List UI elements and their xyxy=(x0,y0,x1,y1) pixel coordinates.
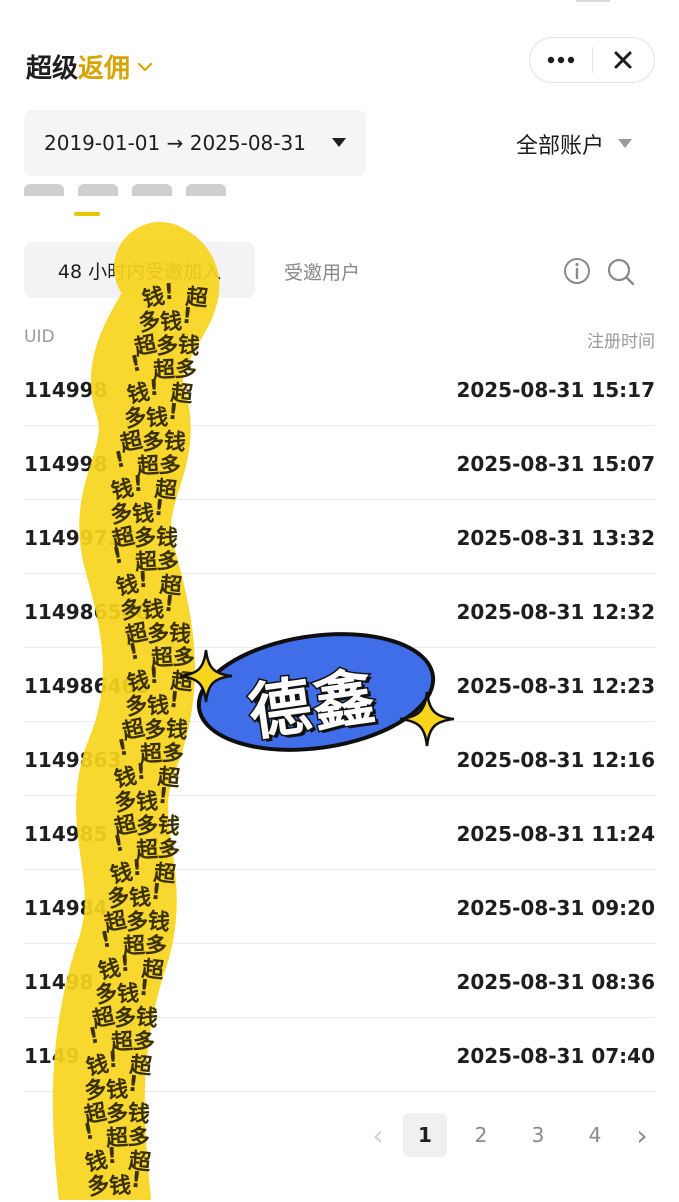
watermark-char: 超 xyxy=(105,1125,129,1152)
register-time-cell: 2025-08-31 15:17 xyxy=(456,378,655,402)
segment-invited-users[interactable]: 受邀用户 xyxy=(284,258,360,285)
table-row: 114998 2025-08-31 15:17 xyxy=(24,352,655,426)
register-time-cell: 2025-08-31 07:40 xyxy=(456,1044,655,1068)
register-time-cell: 2025-08-31 08:36 xyxy=(456,970,655,994)
mini-program-capsule xyxy=(529,37,655,83)
uid-cell: 114998 xyxy=(24,378,108,402)
table-row: 11498 2025-08-31 08:36 xyxy=(24,944,655,1018)
account-selector[interactable]: 全部账户 xyxy=(516,128,633,160)
column-header-register-time: 注册时间 xyxy=(587,332,655,352)
date-range-text: 2019-01-01 → 2025-08-31 xyxy=(44,131,306,155)
table-row: 114998 2025-08-31 15:07 xyxy=(24,426,655,500)
active-tab-indicator xyxy=(74,212,100,216)
search-icon[interactable] xyxy=(606,257,636,287)
chevron-down-icon xyxy=(137,62,153,71)
brand-badge-text: 德鑫 xyxy=(243,658,383,751)
uid-cell: 11499716 xyxy=(24,526,136,550)
uid-cell: 114984 xyxy=(24,896,108,920)
watermark-char: 钱 xyxy=(83,1147,110,1177)
table-row: 11499716 2025-08-31 13:32 xyxy=(24,500,655,574)
watermark-char: 多 xyxy=(105,1101,129,1128)
date-arrow: → xyxy=(166,131,184,155)
tab-bar-clipped xyxy=(24,172,324,196)
register-time-cell: 2025-08-31 15:07 xyxy=(456,452,655,476)
pagination-prev[interactable]: ‹ xyxy=(366,1113,390,1157)
uid-cell: 114986546 xyxy=(24,600,150,624)
date-end: 2025-08-31 xyxy=(189,131,306,155)
watermark-char: 钱 xyxy=(108,1173,132,1200)
pagination-page-4[interactable]: 4 xyxy=(576,1113,614,1157)
sparkle-icon xyxy=(399,691,455,747)
status-bar-indicator xyxy=(576,0,610,2)
segment-48h-invited[interactable]: 48 小时内受邀加入 xyxy=(24,242,255,298)
watermark-char: 多 xyxy=(126,1124,152,1153)
app-title-accent: 返佣 xyxy=(78,54,131,84)
table-row: 1149 2025-08-31 07:40 xyxy=(24,1018,655,1092)
watermark-char: ! xyxy=(180,303,194,330)
register-time-cell: 2025-08-31 11:24 xyxy=(456,822,655,846)
register-time-cell: 2025-08-31 09:20 xyxy=(456,896,655,920)
caret-down-icon xyxy=(618,139,633,148)
column-header-uid: UID xyxy=(24,327,55,347)
date-start: 2019-01-01 xyxy=(44,131,161,155)
caret-down-icon xyxy=(332,138,346,147)
pagination-page-2[interactable]: 2 xyxy=(462,1113,500,1157)
close-icon xyxy=(614,51,632,69)
sparkle-icon xyxy=(179,649,233,703)
uid-cell: 1149863 xyxy=(24,748,122,772)
more-button[interactable] xyxy=(530,38,592,82)
watermark-char: ! xyxy=(81,1119,97,1146)
register-time-cell: 2025-08-31 12:32 xyxy=(456,600,655,624)
close-button[interactable] xyxy=(592,38,654,82)
uid-cell: 114985 xyxy=(24,822,108,846)
watermark-char: ! xyxy=(129,1167,143,1194)
pagination-next[interactable]: › xyxy=(630,1113,654,1157)
app-title-main: 超级 xyxy=(26,54,79,84)
more-dots-icon xyxy=(547,56,574,64)
table-row: 114984 2025-08-31 09:20 xyxy=(24,870,655,944)
uid-cell: 11498 xyxy=(24,970,94,994)
register-time-cell: 2025-08-31 12:23 xyxy=(456,674,655,698)
uid-cell: 114986460 xyxy=(24,674,150,698)
pagination-page-3[interactable]: 3 xyxy=(519,1113,557,1157)
watermark-char: 超 xyxy=(127,1148,153,1177)
watermark-char: 多 xyxy=(136,307,164,337)
info-icon[interactable] xyxy=(563,257,591,285)
uid-cell: 1149 xyxy=(24,1044,80,1068)
watermark-char: 多 xyxy=(84,1171,112,1201)
watermark-char: 钱 xyxy=(126,1100,152,1129)
watermark-char: 超 xyxy=(82,1099,109,1129)
app-title-dropdown[interactable]: 超级 返佣 xyxy=(26,48,154,85)
uid-cell: 114998 xyxy=(24,452,108,476)
account-label: 全部账户 xyxy=(516,134,605,159)
pagination-page-1[interactable]: 1 xyxy=(403,1113,447,1157)
register-time-cell: 2025-08-31 13:32 xyxy=(456,526,655,550)
watermark-char: 钱 xyxy=(159,309,183,336)
table-row: 114985 2025-08-31 11:24 xyxy=(24,796,655,870)
date-range-picker[interactable]: 2019-01-01 → 2025-08-31 xyxy=(24,110,366,176)
register-time-cell: 2025-08-31 12:16 xyxy=(456,748,655,772)
watermark-char: ! xyxy=(106,1143,118,1170)
